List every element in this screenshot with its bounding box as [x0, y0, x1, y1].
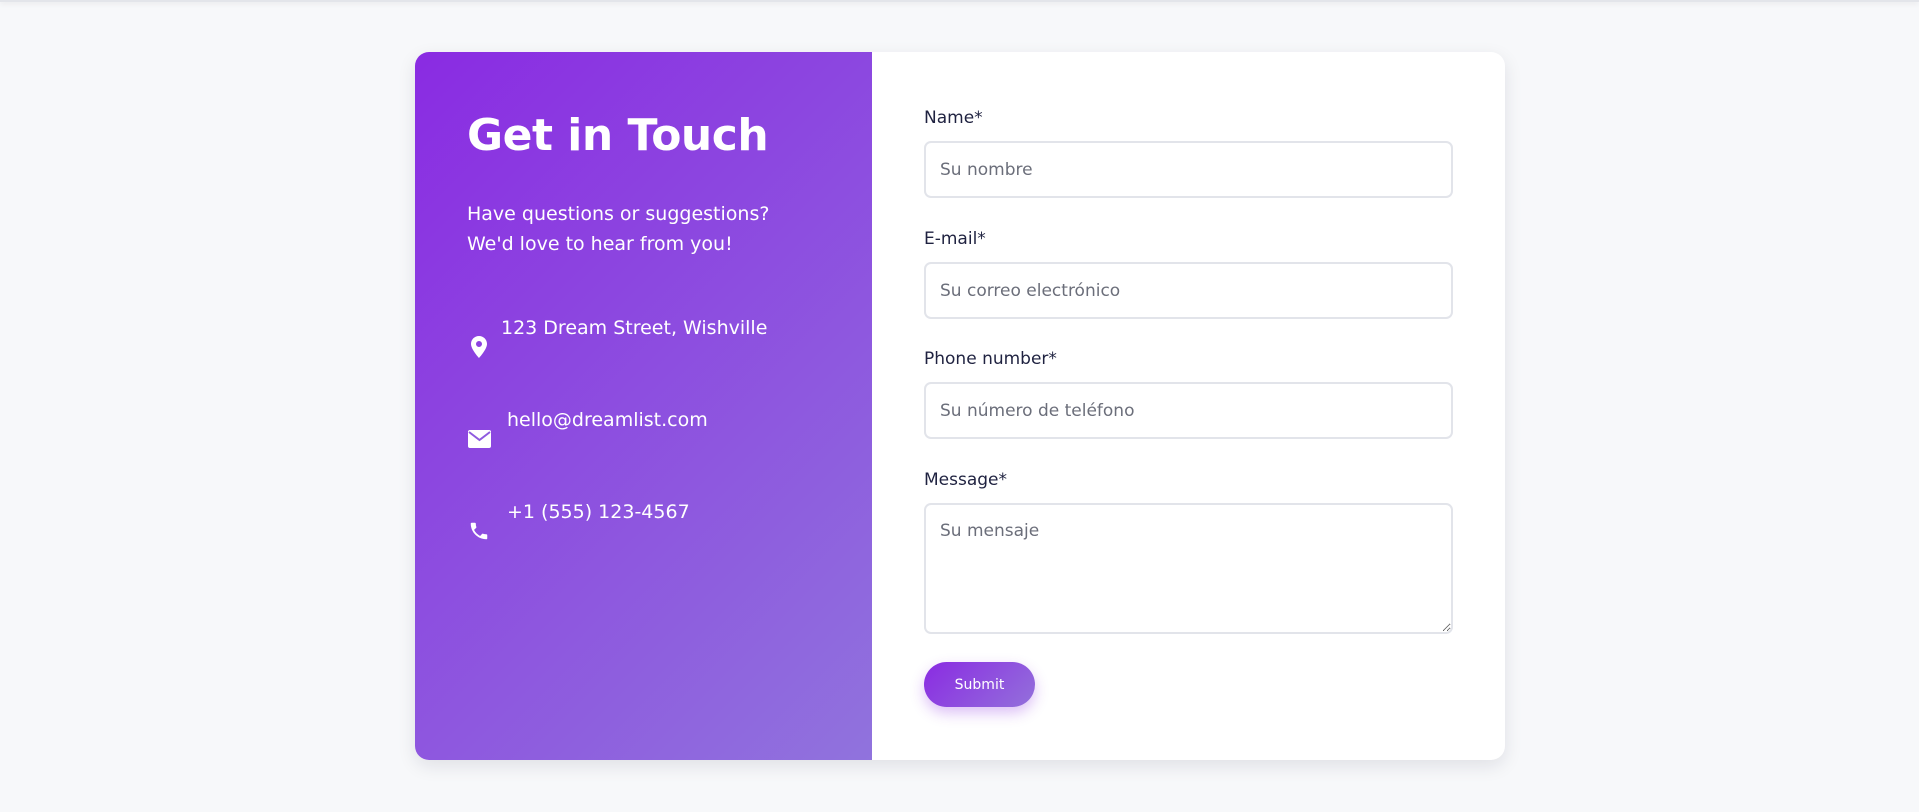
email-text[interactable]: hello@dreamlist.com — [507, 409, 708, 431]
contact-address: 123 Dream Street, Wishville — [467, 317, 767, 359]
contact-title: Get in Touch — [467, 110, 769, 161]
contact-form: Name* E-mail* Phone number* Message* Sub… — [872, 52, 1505, 760]
map-pin-icon — [467, 335, 491, 359]
contact-phone: +1 (555) 123-4567 — [467, 501, 690, 543]
contact-info-panel: Get in Touch Have questions or suggestio… — [415, 52, 872, 760]
email-label: E-mail* — [924, 229, 986, 249]
name-label: Name* — [924, 108, 983, 128]
message-label: Message* — [924, 470, 1008, 490]
contact-subtitle: Have questions or suggestions? We'd love… — [467, 202, 770, 255]
message-textarea[interactable] — [924, 503, 1453, 634]
phone-text[interactable]: +1 (555) 123-4567 — [507, 501, 690, 523]
submit-button[interactable]: Submit — [924, 662, 1035, 707]
top-edge-bar — [0, 0, 1919, 2]
contact-card: Get in Touch Have questions or suggestio… — [415, 52, 1505, 760]
contact-email: hello@dreamlist.com — [467, 409, 708, 451]
phone-label: Phone number* — [924, 349, 1057, 369]
name-input[interactable] — [924, 141, 1453, 198]
email-input[interactable] — [924, 262, 1453, 319]
phone-icon — [467, 519, 491, 543]
envelope-icon — [467, 427, 491, 451]
phone-input[interactable] — [924, 382, 1453, 439]
address-text: 123 Dream Street, Wishville — [501, 317, 768, 339]
